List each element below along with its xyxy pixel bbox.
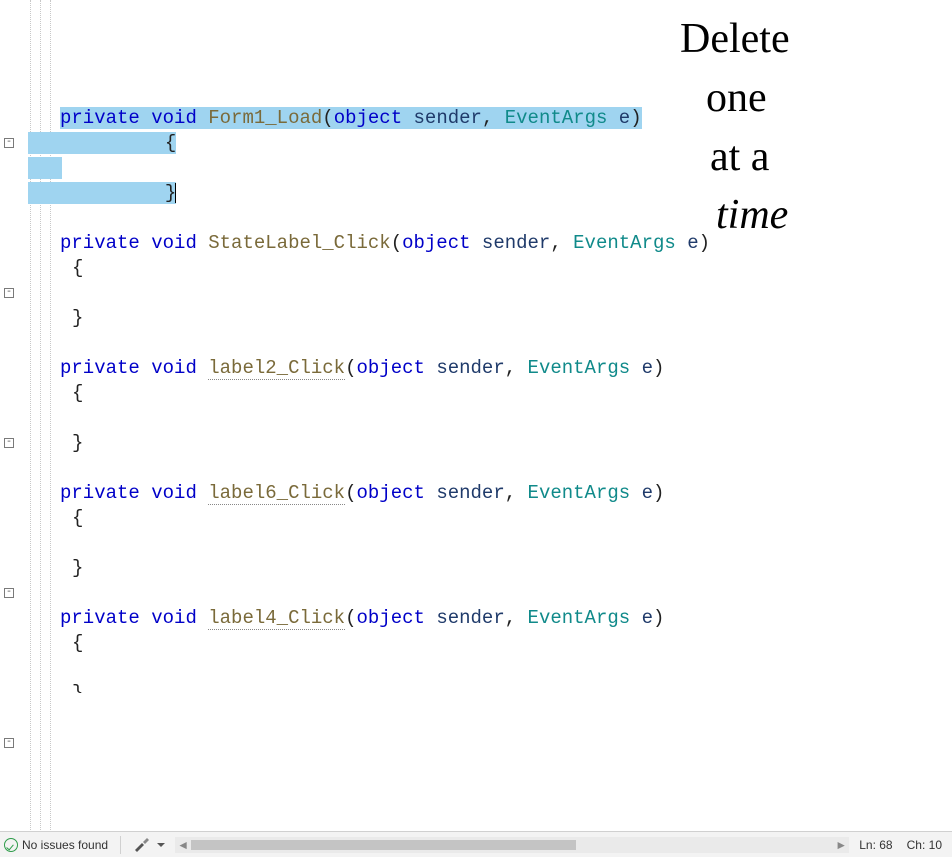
open-brace-line[interactable]: {	[28, 131, 628, 156]
fold-toggle[interactable]: -	[4, 288, 14, 298]
close-brace-line[interactable]: }	[28, 181, 628, 206]
close-brace-line[interactable]: }	[28, 556, 628, 581]
blank-line[interactable]	[28, 281, 628, 306]
open-brace-line[interactable]: {	[28, 506, 628, 531]
method-signature[interactable]: private void Form1_Load(object sender, E…	[28, 106, 628, 131]
method-signature[interactable]: private void label6_Click(object sender,…	[28, 481, 628, 506]
divider	[120, 836, 121, 854]
blank-line[interactable]	[28, 581, 628, 606]
code-editor[interactable]: - - - - - private void Form1_Load(object…	[0, 0, 630, 830]
fold-toggle[interactable]: -	[4, 438, 14, 448]
text-caret	[175, 183, 176, 203]
blank-line[interactable]	[28, 656, 628, 681]
scroll-right-arrow-icon[interactable]: ►	[833, 837, 849, 853]
brush-icon[interactable]	[133, 837, 151, 853]
blank-line[interactable]	[28, 406, 628, 431]
annotation-word: one	[706, 69, 940, 128]
cursor-line: Ln: 68	[859, 838, 892, 852]
blank-line[interactable]	[28, 531, 628, 556]
scroll-left-arrow-icon[interactable]: ◄	[175, 837, 191, 853]
fold-toggle[interactable]: -	[4, 138, 14, 148]
close-brace-line[interactable]: }	[28, 681, 628, 693]
annotation-word: at a	[710, 128, 940, 187]
scroll-track[interactable]	[191, 840, 833, 850]
issues-status: No issues found	[22, 838, 108, 852]
fold-gutter: - - - - -	[0, 0, 28, 830]
cursor-column: Ch: 10	[907, 838, 942, 852]
open-brace-line[interactable]: {	[28, 381, 628, 406]
annotation-word: Delete	[680, 10, 940, 69]
close-brace-line[interactable]: }	[28, 306, 628, 331]
check-circle-icon	[4, 838, 18, 852]
blank-line[interactable]	[28, 156, 628, 181]
annotation-word: time	[716, 186, 940, 245]
chevron-down-icon[interactable]	[157, 843, 165, 847]
status-bar: No issues found ◄ ► Ln: 68 Ch: 10	[0, 831, 952, 857]
open-brace-line[interactable]: {	[28, 256, 628, 281]
fold-toggle[interactable]: -	[4, 738, 14, 748]
blank-line[interactable]	[28, 331, 628, 356]
horizontal-scrollbar[interactable]: ◄ ►	[175, 837, 849, 853]
handwritten-annotation: Delete one at a time	[680, 10, 940, 245]
blank-line[interactable]	[28, 456, 628, 481]
scroll-thumb[interactable]	[191, 840, 576, 850]
method-signature[interactable]: private void StateLabel_Click(object sen…	[28, 231, 628, 256]
open-brace-line[interactable]: {	[28, 631, 628, 656]
blank-line[interactable]	[28, 206, 628, 231]
close-brace-line[interactable]: }	[28, 431, 628, 456]
code-content[interactable]: private void Form1_Load(object sender, E…	[28, 106, 628, 693]
fold-toggle[interactable]: -	[4, 588, 14, 598]
method-signature[interactable]: private void label4_Click(object sender,…	[28, 606, 628, 631]
method-signature[interactable]: private void label2_Click(object sender,…	[28, 356, 628, 381]
